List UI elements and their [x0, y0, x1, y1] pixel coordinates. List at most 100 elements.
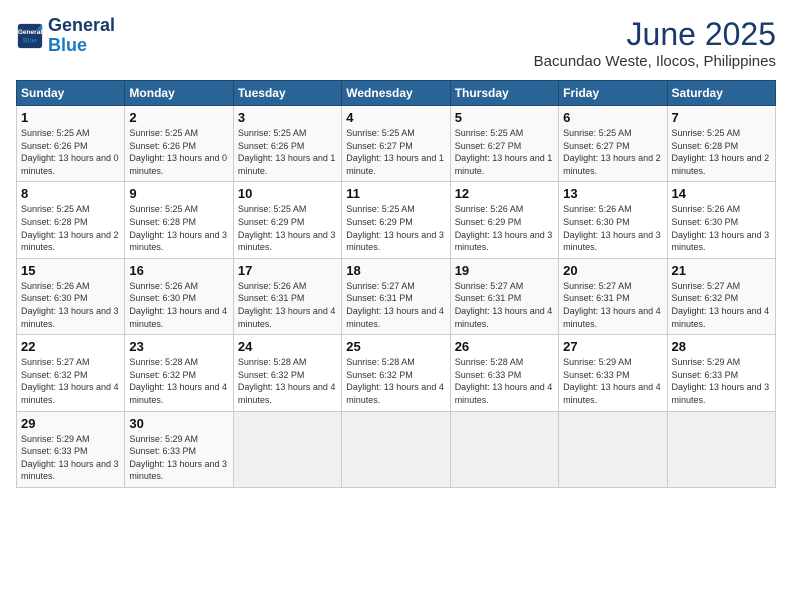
day-number: 29	[21, 416, 120, 431]
logo: General Blue General Blue	[16, 16, 115, 56]
day-number: 9	[129, 186, 228, 201]
header-row: SundayMondayTuesdayWednesdayThursdayFrid…	[17, 81, 776, 106]
calendar-cell: 12 Sunrise: 5:26 AM Sunset: 6:29 PM Dayli…	[450, 182, 558, 258]
calendar-cell: 28 Sunrise: 5:29 AM Sunset: 6:33 PM Dayli…	[667, 335, 775, 411]
day-number: 1	[21, 110, 120, 125]
logo-icon: General Blue	[16, 22, 44, 50]
day-number: 8	[21, 186, 120, 201]
calendar-cell: 30 Sunrise: 5:29 AM Sunset: 6:33 PM Dayli…	[125, 411, 233, 487]
calendar-cell: 29 Sunrise: 5:29 AM Sunset: 6:33 PM Dayli…	[17, 411, 125, 487]
day-number: 14	[672, 186, 771, 201]
calendar-cell	[667, 411, 775, 487]
day-info: Sunrise: 5:25 AM Sunset: 6:26 PM Dayligh…	[238, 127, 337, 177]
day-info: Sunrise: 5:25 AM Sunset: 6:28 PM Dayligh…	[672, 127, 771, 177]
calendar-cell: 24Sunrise: 5:28 AM Sunset: 6:32 PM Dayli…	[233, 335, 341, 411]
day-number: 4	[346, 110, 445, 125]
day-info: Sunrise: 5:27 AM Sunset: 6:31 PM Dayligh…	[346, 280, 445, 330]
calendar-cell	[233, 411, 341, 487]
calendar-cell: 17Sunrise: 5:26 AM Sunset: 6:31 PM Dayli…	[233, 258, 341, 334]
calendar-cell: 9 Sunrise: 5:25 AM Sunset: 6:28 PM Daylig…	[125, 182, 233, 258]
day-info: Sunrise: 5:28 AM Sunset: 6:32 PM Dayligh…	[129, 356, 228, 406]
calendar-cell	[450, 411, 558, 487]
day-number: 27	[563, 339, 662, 354]
day-info: Sunrise: 5:26 AM Sunset: 6:30 PM Dayligh…	[129, 280, 228, 330]
day-number: 22	[21, 339, 120, 354]
header-day: Thursday	[450, 81, 558, 106]
day-info: Sunrise: 5:27 AM Sunset: 6:32 PM Dayligh…	[672, 280, 771, 330]
calendar-week: 1 Sunrise: 5:25 AM Sunset: 6:26 PM Daylig…	[17, 106, 776, 182]
day-info: Sunrise: 5:25 AM Sunset: 6:27 PM Dayligh…	[563, 127, 662, 177]
day-number: 24	[238, 339, 337, 354]
header-day: Wednesday	[342, 81, 450, 106]
day-info: Sunrise: 5:28 AM Sunset: 6:32 PM Dayligh…	[346, 356, 445, 406]
logo-text: General	[48, 16, 115, 36]
day-number: 28	[672, 339, 771, 354]
day-info: Sunrise: 5:25 AM Sunset: 6:26 PM Dayligh…	[21, 127, 120, 177]
day-number: 20	[563, 263, 662, 278]
header-day: Friday	[559, 81, 667, 106]
day-number: 19	[455, 263, 554, 278]
day-info: Sunrise: 5:25 AM Sunset: 6:28 PM Dayligh…	[129, 203, 228, 253]
day-number: 3	[238, 110, 337, 125]
day-info: Sunrise: 5:25 AM Sunset: 6:28 PM Dayligh…	[21, 203, 120, 253]
day-info: Sunrise: 5:25 AM Sunset: 6:27 PM Dayligh…	[455, 127, 554, 177]
calendar-week: 29 Sunrise: 5:29 AM Sunset: 6:33 PM Dayli…	[17, 411, 776, 487]
calendar-title: June 2025	[534, 16, 776, 53]
header-day: Monday	[125, 81, 233, 106]
calendar-cell: 4 Sunrise: 5:25 AM Sunset: 6:27 PM Daylig…	[342, 106, 450, 182]
day-number: 7	[672, 110, 771, 125]
logo-text2: Blue	[48, 36, 115, 56]
day-info: Sunrise: 5:25 AM Sunset: 6:27 PM Dayligh…	[346, 127, 445, 177]
calendar-cell: 18 Sunrise: 5:27 AM Sunset: 6:31 PM Dayli…	[342, 258, 450, 334]
day-number: 5	[455, 110, 554, 125]
day-info: Sunrise: 5:27 AM Sunset: 6:31 PM Dayligh…	[563, 280, 662, 330]
day-number: 2	[129, 110, 228, 125]
day-info: Sunrise: 5:26 AM Sunset: 6:30 PM Dayligh…	[21, 280, 120, 330]
day-info: Sunrise: 5:26 AM Sunset: 6:30 PM Dayligh…	[672, 203, 771, 253]
calendar-table: SundayMondayTuesdayWednesdayThursdayFrid…	[16, 80, 776, 488]
calendar-cell: 21Sunrise: 5:27 AM Sunset: 6:32 PM Dayli…	[667, 258, 775, 334]
day-number: 18	[346, 263, 445, 278]
day-info: Sunrise: 5:26 AM Sunset: 6:30 PM Dayligh…	[563, 203, 662, 253]
calendar-cell: 10 Sunrise: 5:25 AM Sunset: 6:29 PM Dayli…	[233, 182, 341, 258]
day-number: 6	[563, 110, 662, 125]
day-info: Sunrise: 5:27 AM Sunset: 6:32 PM Dayligh…	[21, 356, 120, 406]
title-area: June 2025 Bacundao Weste, Ilocos, Philip…	[534, 16, 776, 70]
calendar-cell: 3 Sunrise: 5:25 AM Sunset: 6:26 PM Daylig…	[233, 106, 341, 182]
day-info: Sunrise: 5:25 AM Sunset: 6:29 PM Dayligh…	[238, 203, 337, 253]
day-number: 12	[455, 186, 554, 201]
calendar-cell: 6 Sunrise: 5:25 AM Sunset: 6:27 PM Daylig…	[559, 106, 667, 182]
calendar-cell	[559, 411, 667, 487]
calendar-cell	[342, 411, 450, 487]
calendar-week: 8 Sunrise: 5:25 AM Sunset: 6:28 PM Daylig…	[17, 182, 776, 258]
calendar-cell: 2Sunrise: 5:25 AM Sunset: 6:26 PM Daylig…	[125, 106, 233, 182]
day-info: Sunrise: 5:27 AM Sunset: 6:31 PM Dayligh…	[455, 280, 554, 330]
day-info: Sunrise: 5:26 AM Sunset: 6:31 PM Dayligh…	[238, 280, 337, 330]
day-number: 13	[563, 186, 662, 201]
day-number: 11	[346, 186, 445, 201]
day-number: 23	[129, 339, 228, 354]
day-number: 25	[346, 339, 445, 354]
day-info: Sunrise: 5:28 AM Sunset: 6:33 PM Dayligh…	[455, 356, 554, 406]
day-number: 15	[21, 263, 120, 278]
calendar-cell: 26Sunrise: 5:28 AM Sunset: 6:33 PM Dayli…	[450, 335, 558, 411]
calendar-cell: 25 Sunrise: 5:28 AM Sunset: 6:32 PM Dayli…	[342, 335, 450, 411]
calendar-cell: 7 Sunrise: 5:25 AM Sunset: 6:28 PM Daylig…	[667, 106, 775, 182]
day-info: Sunrise: 5:29 AM Sunset: 6:33 PM Dayligh…	[21, 433, 120, 483]
calendar-cell: 14 Sunrise: 5:26 AM Sunset: 6:30 PM Dayli…	[667, 182, 775, 258]
svg-text:Blue: Blue	[23, 37, 37, 44]
calendar-subtitle: Bacundao Weste, Ilocos, Philippines	[534, 53, 776, 70]
day-info: Sunrise: 5:26 AM Sunset: 6:29 PM Dayligh…	[455, 203, 554, 253]
day-info: Sunrise: 5:29 AM Sunset: 6:33 PM Dayligh…	[672, 356, 771, 406]
calendar-cell: 22 Sunrise: 5:27 AM Sunset: 6:32 PM Dayli…	[17, 335, 125, 411]
calendar-cell: 20 Sunrise: 5:27 AM Sunset: 6:31 PM Dayli…	[559, 258, 667, 334]
day-number: 30	[129, 416, 228, 431]
header-day: Tuesday	[233, 81, 341, 106]
header-day: Saturday	[667, 81, 775, 106]
day-info: Sunrise: 5:29 AM Sunset: 6:33 PM Dayligh…	[563, 356, 662, 406]
calendar-cell: 5 Sunrise: 5:25 AM Sunset: 6:27 PM Daylig…	[450, 106, 558, 182]
calendar-cell: 15 Sunrise: 5:26 AM Sunset: 6:30 PM Dayli…	[17, 258, 125, 334]
header-day: Sunday	[17, 81, 125, 106]
day-number: 10	[238, 186, 337, 201]
day-info: Sunrise: 5:29 AM Sunset: 6:33 PM Dayligh…	[129, 433, 228, 483]
